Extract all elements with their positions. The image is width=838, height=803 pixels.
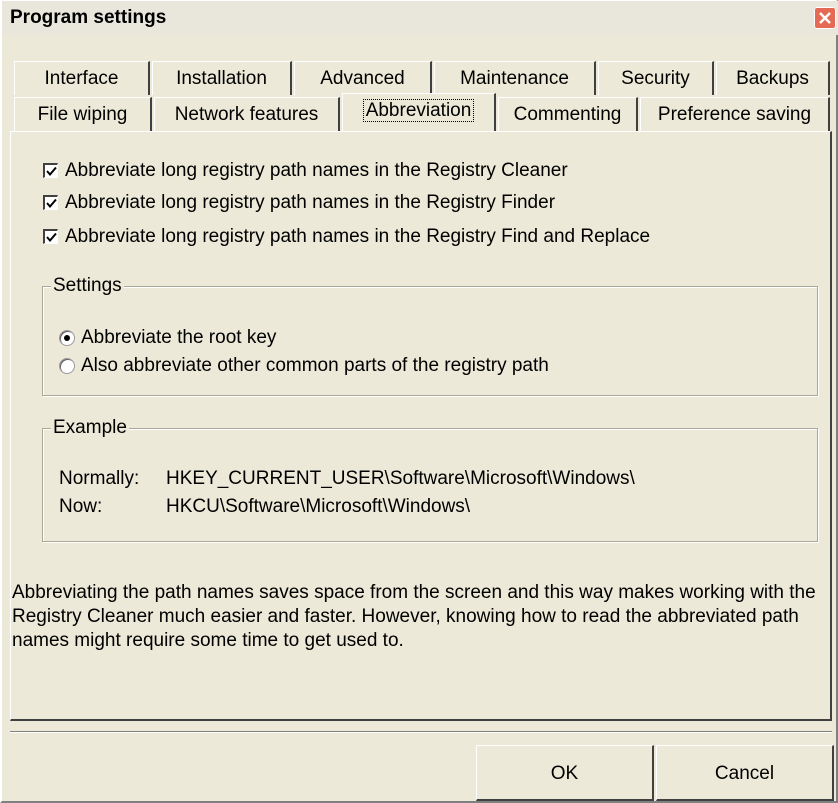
example-now-label: Now: xyxy=(59,496,103,517)
ok-button[interactable]: OK xyxy=(476,745,654,801)
tab-commenting[interactable]: Commenting xyxy=(498,97,638,131)
tab-file-wiping[interactable]: File wiping xyxy=(14,97,152,131)
checkbox-box[interactable] xyxy=(43,229,58,244)
checkbox-label: Abbreviate long registry path names in t… xyxy=(65,192,556,213)
radio-button[interactable] xyxy=(59,330,75,346)
tab-maintenance[interactable]: Maintenance xyxy=(434,61,596,95)
checkbox-box[interactable] xyxy=(43,163,58,178)
settings-group-title: Settings xyxy=(51,275,124,297)
radio-selected-dot xyxy=(64,335,70,341)
title-bar[interactable]: Program settings xyxy=(2,1,838,35)
checkmark-icon xyxy=(46,232,57,243)
description-text: Abbreviating the path names saves space … xyxy=(12,582,816,651)
example-groupbox: Example Normally: HKEY_CURRENT_USER\Soft… xyxy=(42,417,818,542)
window-title: Program settings xyxy=(10,7,167,28)
tab-network-features[interactable]: Network features xyxy=(154,97,340,131)
example-now-row: Now: HKCU\Software\Microsoft\Windows\ xyxy=(59,495,799,519)
tab-backups[interactable]: Backups xyxy=(716,61,830,95)
cancel-button[interactable]: Cancel xyxy=(656,745,834,801)
tab-advanced[interactable]: Advanced xyxy=(294,61,432,95)
checkmark-icon xyxy=(46,166,57,177)
example-normally-label: Normally: xyxy=(59,468,140,489)
tab-interface[interactable]: Interface xyxy=(14,61,150,95)
close-button[interactable] xyxy=(814,7,836,29)
checkbox-label: Abbreviate long registry path names in t… xyxy=(65,226,651,247)
example-normally-value: HKEY_CURRENT_USER\Software\Microsoft\Win… xyxy=(166,468,635,489)
tab-security[interactable]: Security xyxy=(598,61,714,95)
checkbox-box[interactable] xyxy=(43,195,58,210)
radio-button[interactable] xyxy=(59,358,75,374)
checkbox-label: Abbreviate long registry path names in t… xyxy=(65,160,568,181)
tab-preference-saving[interactable]: Preference saving xyxy=(640,97,830,131)
radio-label: Abbreviate the root key xyxy=(81,327,277,348)
tab-abbreviation[interactable]: Abbreviation xyxy=(342,93,496,131)
example-normally-row: Normally: HKEY_CURRENT_USER\Software\Mic… xyxy=(59,467,799,491)
tab-installation[interactable]: Installation xyxy=(152,61,292,95)
footer-divider xyxy=(10,731,832,733)
program-settings-window: Program settings Interface Installation … xyxy=(0,0,838,803)
radio-label: Also abbreviate other common parts of th… xyxy=(81,355,549,376)
example-now-value: HKCU\Software\Microsoft\Windows\ xyxy=(166,496,471,517)
example-group-title: Example xyxy=(51,417,129,439)
settings-groupbox: Settings Abbreviate the root key Also ab… xyxy=(42,275,818,396)
close-icon xyxy=(819,12,831,24)
checkmark-icon xyxy=(46,198,57,209)
